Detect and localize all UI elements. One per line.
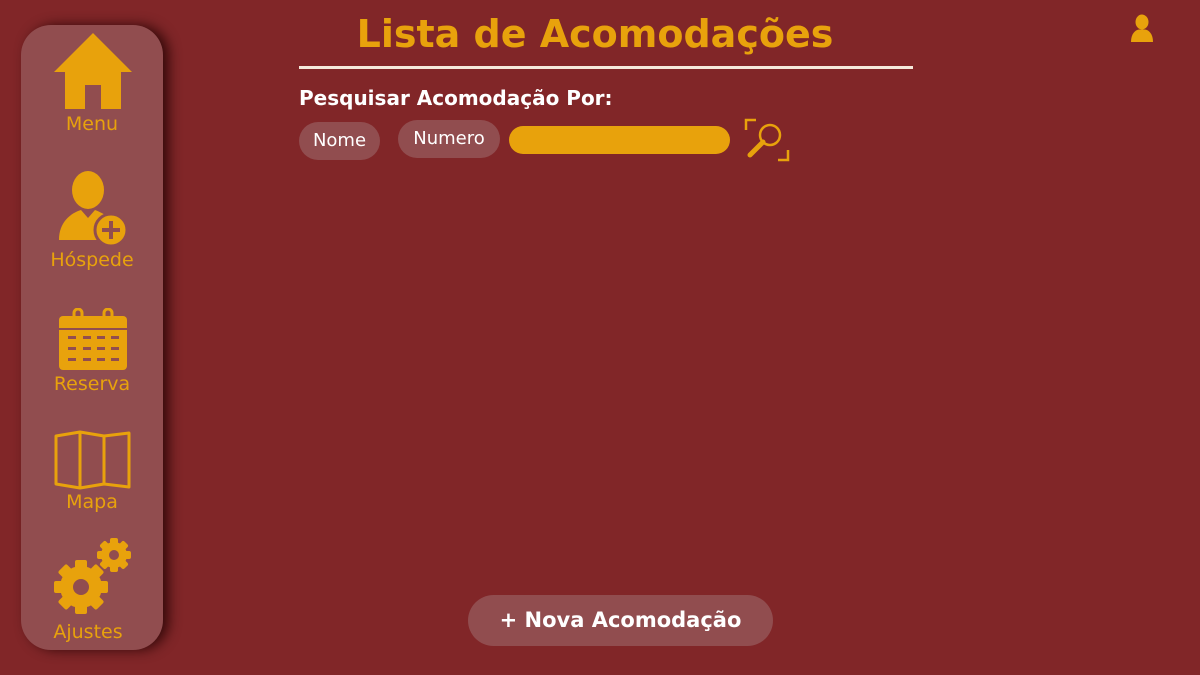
new-accommodation-button[interactable]: + Nova Acomodação <box>468 595 773 646</box>
calendar-icon <box>59 308 127 370</box>
sidebar-item-label: Reserva <box>53 373 131 395</box>
sidebar-item-menu[interactable]: Menu <box>21 33 163 137</box>
add-user-icon <box>59 171 129 246</box>
title-divider <box>299 66 913 69</box>
sidebar-item-ajustes[interactable]: Ajustes <box>21 537 163 647</box>
user-profile-button[interactable] <box>1129 14 1155 44</box>
home-icon <box>54 33 132 109</box>
search-input[interactable] <box>509 126 730 154</box>
search-button[interactable] <box>744 118 790 162</box>
sidebar-item-mapa[interactable]: Mapa <box>21 430 163 520</box>
filter-nome-button[interactable]: Nome <box>299 122 380 160</box>
user-icon <box>1131 14 1153 42</box>
sidebar-item-hospede[interactable]: Hóspede <box>21 170 163 274</box>
search-icon <box>744 118 790 162</box>
sidebar-item-label: Menu <box>65 113 119 135</box>
sidebar: Menu Hóspede Reserva Mapa Ajustes <box>21 25 163 650</box>
sidebar-item-label: Mapa <box>66 491 118 513</box>
filter-numero-button[interactable]: Numero <box>398 120 500 158</box>
sidebar-item-label: Hóspede <box>50 249 134 271</box>
map-icon <box>54 430 131 490</box>
page-title: Lista de Acomodações <box>356 12 834 56</box>
search-label: Pesquisar Acomodação Por: <box>299 86 613 110</box>
sidebar-item-reserva[interactable]: Reserva <box>21 308 163 398</box>
sidebar-item-label: Ajustes <box>53 621 123 643</box>
gears-icon <box>54 538 131 614</box>
